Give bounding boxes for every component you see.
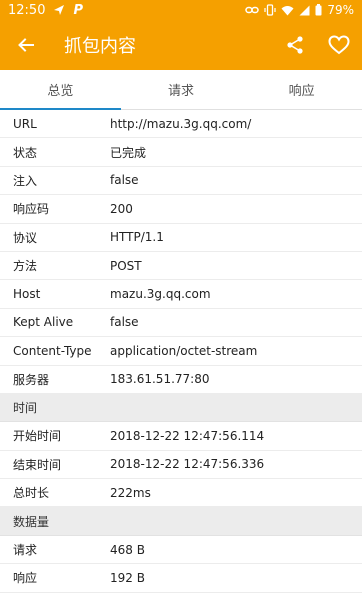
row-value: 183.61.51.77:80 xyxy=(110,372,210,387)
app-bar: 抓包内容 xyxy=(0,20,362,70)
row-request-size: 请求 468 B xyxy=(0,536,362,565)
row-method: 方法 POST xyxy=(0,252,362,281)
tab-request[interactable]: 请求 xyxy=(121,70,242,109)
status-time: 12:50 xyxy=(8,2,46,18)
row-value: 已完成 xyxy=(110,145,147,160)
row-key: 服务器 xyxy=(13,372,50,387)
row-key: 注入 xyxy=(13,173,38,188)
row-key: Host xyxy=(13,287,41,302)
row-value: 468 B xyxy=(110,542,145,557)
row-key: Kept Alive xyxy=(13,315,74,330)
row-value: http://mazu.3g.qq.com/ xyxy=(110,116,252,131)
row-protocol: 协议 HTTP/1.1 xyxy=(0,224,362,252)
row-value: mazu.3g.qq.com xyxy=(110,287,211,302)
row-value: 200 xyxy=(110,201,133,216)
page-title: 抓包内容 xyxy=(64,36,136,57)
row-value: 2018-12-22 12:47:56.336 xyxy=(110,457,265,472)
row-key: Content-Type xyxy=(13,343,92,358)
row-value: false xyxy=(110,315,139,330)
row-injected: 注入 false xyxy=(0,167,362,196)
row-total-duration: 总时长 222ms xyxy=(0,479,362,508)
section-header-time: 时间 xyxy=(0,393,362,423)
tab-overview[interactable]: 总览 xyxy=(0,70,121,110)
row-url: URL http://mazu.3g.qq.com/ xyxy=(0,110,362,139)
row-key: 方法 xyxy=(13,259,38,274)
back-arrow-icon[interactable] xyxy=(12,31,40,59)
row-value: 192 B xyxy=(110,570,145,585)
overview-list: URL http://mazu.3g.qq.com/ 状态 已完成 注入 fal… xyxy=(0,110,362,593)
row-status: 状态 已完成 xyxy=(0,138,362,167)
row-value: 2018-12-22 12:47:56.114 xyxy=(110,428,265,443)
section-header-data-size: 数据量 xyxy=(0,507,362,536)
section-title: 时间 xyxy=(13,401,38,416)
battery-percent: 79% xyxy=(327,3,354,17)
tab-bar: 总览 请求 响应 xyxy=(0,70,362,110)
row-value: POST xyxy=(110,258,142,273)
row-key: 请求 xyxy=(13,543,38,558)
row-end-time: 结束时间 2018-12-22 12:47:56.336 xyxy=(0,451,362,480)
row-key: 响应 xyxy=(13,571,38,586)
p-icon: P xyxy=(73,2,83,18)
tab-response[interactable]: 响应 xyxy=(241,70,362,109)
signal-icon xyxy=(299,5,310,16)
wifi-icon xyxy=(281,5,294,16)
row-key: 状态 xyxy=(13,145,38,160)
share-icon[interactable] xyxy=(282,32,308,58)
row-key: 结束时间 xyxy=(13,457,62,472)
row-key: 协议 xyxy=(13,230,38,245)
row-value: 222ms xyxy=(110,485,151,500)
row-host: Host mazu.3g.qq.com xyxy=(0,280,362,309)
send-icon xyxy=(53,4,65,16)
row-response-size: 响应 192 B xyxy=(0,564,362,593)
row-response-code: 响应码 200 xyxy=(0,195,362,224)
row-server: 服务器 183.61.51.77:80 xyxy=(0,366,362,394)
row-key: 总时长 xyxy=(13,486,50,501)
row-value: HTTP/1.1 xyxy=(110,230,164,245)
battery-icon xyxy=(315,4,322,16)
vibrate-icon xyxy=(264,4,276,16)
row-value: application/octet-stream xyxy=(110,343,258,358)
row-start-time: 开始时间 2018-12-22 12:47:56.114 xyxy=(0,422,362,451)
link-icon xyxy=(245,5,260,15)
section-title: 数据量 xyxy=(13,514,50,529)
row-content-type: Content-Type application/octet-stream xyxy=(0,337,362,366)
row-kept-alive: Kept Alive false xyxy=(0,309,362,338)
status-bar: 12:50 P 79% xyxy=(0,0,362,20)
row-key: 响应码 xyxy=(13,202,50,217)
row-value: false xyxy=(110,173,139,188)
favorite-heart-icon[interactable] xyxy=(326,32,352,58)
row-key: URL xyxy=(13,116,37,131)
row-key: 开始时间 xyxy=(13,429,62,444)
